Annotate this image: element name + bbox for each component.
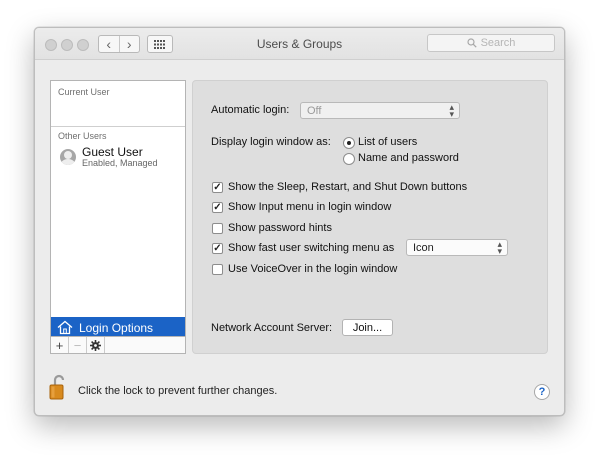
checkbox-fast-user-switching-label: Show fast user switching menu as xyxy=(228,242,395,254)
gear-icon xyxy=(90,339,101,351)
search-field[interactable]: Search xyxy=(427,34,555,52)
popup-arrows-icon: ▴ ▾ xyxy=(497,239,502,256)
minus-icon: − xyxy=(73,337,82,353)
add-user-button[interactable]: + xyxy=(51,337,69,353)
list-actions-bar: + − xyxy=(51,336,185,353)
checkbox-input-menu-label: Show Input menu in login window xyxy=(228,201,392,213)
unlocked-padlock-icon xyxy=(49,374,65,400)
login-options-item[interactable]: Login Options xyxy=(51,317,185,338)
lock-message: Click the lock to prevent further change… xyxy=(78,385,278,397)
network-account-server-label: Network Account Server: xyxy=(211,322,333,334)
checkbox-input-menu[interactable]: ✓ xyxy=(212,202,223,213)
current-user-label: Current User xyxy=(58,87,110,97)
plus-icon: + xyxy=(55,337,64,353)
search-placeholder: Search xyxy=(480,37,516,49)
checkbox-sleep-restart-label: Show the Sleep, Restart, and Shut Down b… xyxy=(228,181,468,193)
preferences-window: ‹ › Users & Groups Search Current User O… xyxy=(34,27,565,416)
radio-name-and-password-label: Name and password xyxy=(358,152,459,164)
display-login-label: Display login window as: xyxy=(211,136,331,148)
checkbox-fast-user-switching[interactable]: ✓ xyxy=(212,243,223,254)
current-user-divider xyxy=(51,126,185,127)
users-list: Current User Other Users Guest User Enab… xyxy=(50,80,186,354)
checkbox-voiceover[interactable] xyxy=(212,264,223,275)
checkbox-password-hints[interactable] xyxy=(212,223,223,234)
checkbox-voiceover-label: Use VoiceOver in the login window xyxy=(228,263,398,275)
remove-user-button[interactable]: − xyxy=(69,337,87,353)
fast-user-switching-value: Icon xyxy=(413,241,434,254)
automatic-login-label: Automatic login: xyxy=(211,104,290,116)
house-icon xyxy=(57,320,73,335)
fast-user-switching-popup[interactable]: Icon ▴ ▾ xyxy=(406,239,508,256)
lock-button[interactable] xyxy=(49,374,65,400)
radio-list-of-users-label: List of users xyxy=(358,136,418,148)
checkbox-sleep-restart[interactable]: ✓ xyxy=(212,182,223,193)
other-users-label: Other Users xyxy=(58,131,107,141)
login-options-label: Login Options xyxy=(79,320,154,335)
help-button[interactable]: ? xyxy=(534,384,550,400)
automatic-login-value: Off xyxy=(307,104,322,117)
radio-name-and-password[interactable] xyxy=(343,153,355,165)
title-bar: ‹ › Users & Groups Search xyxy=(35,28,564,60)
guest-user-status: Enabled, Managed xyxy=(82,158,158,168)
search-icon xyxy=(466,38,477,48)
join-button[interactable]: Join... xyxy=(342,319,393,336)
action-menu-button[interactable] xyxy=(87,337,105,353)
login-options-panel: Automatic login: Off ▴ ▾ Display login wi… xyxy=(192,80,548,354)
checkbox-password-hints-label: Show password hints xyxy=(228,222,332,234)
popup-arrows-icon: ▴ ▾ xyxy=(449,102,454,119)
automatic-login-popup[interactable]: Off ▴ ▾ xyxy=(300,102,460,119)
guest-avatar-icon xyxy=(60,149,76,165)
help-icon: ? xyxy=(538,386,546,398)
guest-user-name: Guest User xyxy=(82,145,143,159)
radio-list-of-users[interactable] xyxy=(343,137,355,149)
